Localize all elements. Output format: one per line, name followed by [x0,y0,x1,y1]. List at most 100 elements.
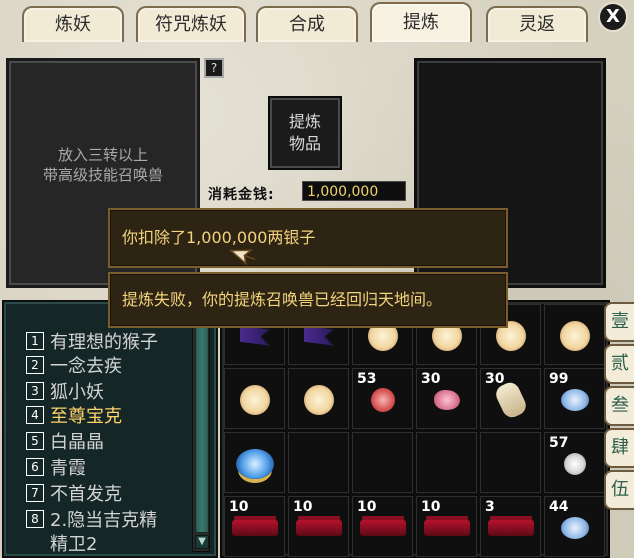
inventory-quantity: 3 [485,499,495,515]
game-window: 炼妖 符咒炼妖 合成 提炼 灵返 X 放入三转以上 带高级技能召唤兽 ? 提炼 … [0,0,634,558]
inventory-quantity: 10 [421,499,441,515]
inventory-slot[interactable]: 10 [352,496,413,557]
inventory-grid: 53 30 30 99 57 10 10 10 10 3 44 [220,300,610,558]
inventory-slot[interactable] [288,432,349,493]
coffin-icon [295,519,342,536]
pet-list-number: 3 [26,382,44,400]
pet-list-name: 至尊宝克 [50,406,122,427]
result-toast-text: 提炼失败，你的提炼召唤兽已经回归天地间。 [122,290,443,309]
pet-list-name: 有理想的猴子 [50,332,158,353]
tab-hecheng[interactable]: 合成 [256,6,358,42]
pet-list-item[interactable]: 6 青霞 [26,456,86,479]
coffin-icon [423,519,470,536]
help-icon[interactable]: ? [204,58,224,78]
pet-list-name: 一念去疾 [50,356,122,377]
pet-list[interactable]: 1 有理想的猴子 2 一念去疾 3 狐小妖 4 至尊宝克 5 白晶晶 6 青霞 … [2,300,218,558]
close-button[interactable]: X [598,2,628,32]
inventory-slot[interactable] [416,432,477,493]
pet-list-number: 1 [26,332,44,350]
lantern-icon [239,384,270,415]
silver-orb-icon [563,452,586,475]
crystal-ball-icon [235,448,274,479]
pet-list-item[interactable]: 5 白晶晶 [26,430,104,453]
tab-tilian[interactable]: 提炼 [370,2,472,42]
inventory-slot[interactable] [480,432,541,493]
coffin-icon [487,519,534,536]
red-orb-icon [370,387,395,412]
pet-list-number: 2 [26,356,44,374]
purple-flag-icon [303,325,334,346]
cost-label: 消耗金钱: [208,187,275,203]
scrollbar-thumb[interactable] [195,325,209,533]
pet-list-item[interactable]: 2 一念去疾 [26,354,122,377]
coffin-icon [231,519,278,536]
inventory-side-tabs: 壹 贰 叁 肆 伍 [604,302,634,522]
inventory-quantity: 44 [549,499,569,515]
lantern-icon [303,384,334,415]
blue-gem-icon [560,388,589,411]
inventory-slot[interactable]: 57 [544,432,605,493]
pet-list-item[interactable]: 8 2.隐当吉克精 [26,508,158,531]
pet-slot-hint-line2: 带高级技能召唤兽 [42,166,163,184]
blue-gem-icon [560,516,589,539]
inventory-slot[interactable]: 10 [224,496,285,557]
pet-list-item[interactable]: 1 有理想的猴子 [26,330,158,353]
pet-list-number: 8 [26,510,44,528]
purple-flag-icon [239,325,270,346]
inventory-slot[interactable]: 99 [544,368,605,429]
pet-list-number: 5 [26,432,44,450]
side-tab-5[interactable]: 伍 [604,470,634,510]
pet-list-name: 白晶晶 [50,432,104,453]
pet-list-item[interactable]: 4 至尊宝克 [26,404,122,427]
inventory-quantity: 30 [421,371,441,387]
scroll-down-arrow-icon[interactable]: ▼ [195,535,209,549]
refine-button-line1: 提炼 [288,112,321,131]
result-toast: 提炼失败，你的提炼召唤兽已经回归天地间。 [108,272,508,328]
deduction-toast-text: 你扣除了1,000,000两银子 [122,228,316,247]
lantern-icon [559,320,590,351]
inventory-quantity: 10 [229,499,249,515]
pet-list-name: 狐小妖 [50,382,104,403]
pink-flower-icon [433,389,460,410]
inventory-slot[interactable]: 3 [480,496,541,557]
inventory-slot[interactable]: 30 [416,368,477,429]
pet-slot-hint: 放入三转以上 带高级技能召唤兽 [9,145,197,185]
inventory-slot[interactable] [288,368,349,429]
inventory-slot[interactable]: 53 [352,368,413,429]
inventory-slot[interactable]: 30 [480,368,541,429]
inventory-slot[interactable] [224,432,285,493]
inventory-quantity: 57 [549,435,569,451]
inventory-quantity: 99 [549,371,569,387]
deduction-toast: 你扣除了1,000,000两银子 [108,208,508,268]
pet-list-name: 2.隐当吉克精 [50,510,158,531]
coffin-icon [359,519,406,536]
tab-lianyao[interactable]: 炼妖 [22,6,124,42]
pet-list-item[interactable]: 7 不首发克 [26,482,122,505]
pet-list-name: 精卫2 [50,534,98,555]
inventory-slot[interactable] [352,432,413,493]
inventory-slot[interactable] [224,368,285,429]
pet-slot-hint-line1: 放入三转以上 [57,146,148,164]
cost-value: 1,000,000 [302,181,406,201]
inventory-slot[interactable]: 10 [288,496,349,557]
pet-list-scrollbar[interactable]: ▲ ▼ [192,304,210,552]
inventory-quantity: 53 [357,371,377,387]
tab-fuzhou-lianyao[interactable]: 符咒炼妖 [136,6,246,42]
inventory-slot[interactable]: 10 [416,496,477,557]
inventory-slot[interactable] [544,304,605,365]
pet-list-item[interactable]: 精卫2 [26,532,98,555]
side-tab-2[interactable]: 贰 [604,344,634,384]
side-tab-1[interactable]: 壹 [604,302,634,342]
pet-list-name: 不首发克 [50,484,122,505]
pet-list-number: 6 [26,458,44,476]
pet-list-number: 7 [26,484,44,502]
refine-items-button[interactable]: 提炼 物品 [268,96,342,170]
pet-list-name: 青霞 [50,458,86,479]
tab-lingfan[interactable]: 灵返 [486,6,588,42]
refine-button-line2: 物品 [288,134,321,153]
side-tab-3[interactable]: 叁 [604,386,634,426]
pet-list-item[interactable]: 3 狐小妖 [26,380,104,403]
inventory-slot[interactable]: 44 [544,496,605,557]
side-tab-4[interactable]: 肆 [604,428,634,468]
inventory-quantity: 10 [357,499,377,515]
